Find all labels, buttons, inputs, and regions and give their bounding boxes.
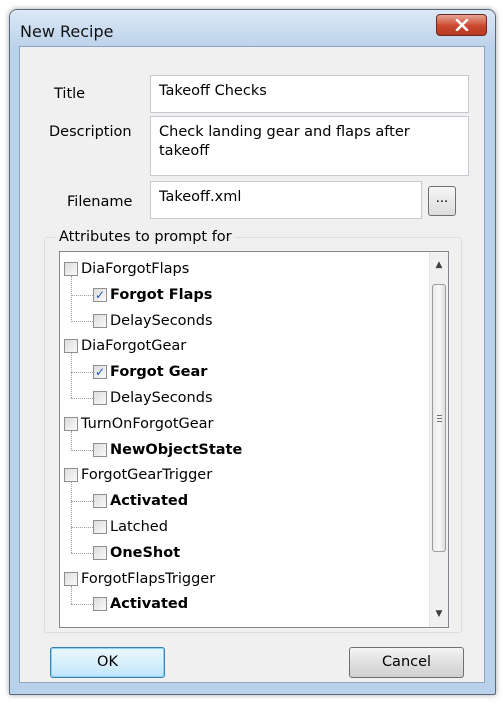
close-x-icon xyxy=(455,19,468,31)
tree-checkbox[interactable] xyxy=(93,494,107,509)
tree-checkbox[interactable] xyxy=(64,468,78,483)
tree-connector-line xyxy=(71,585,72,605)
browse-button[interactable]: ... xyxy=(428,186,456,216)
tree-connector-line xyxy=(71,482,72,553)
tree-checkbox[interactable] xyxy=(93,391,107,405)
tree-connector-line xyxy=(71,604,93,606)
tree-checkbox[interactable] xyxy=(64,262,78,276)
filename-label: Filename xyxy=(67,194,133,210)
tree-checkbox[interactable] xyxy=(93,597,107,612)
tree-node-label: NewObjectState xyxy=(110,441,243,458)
tree-child-node[interactable]: OneShot xyxy=(93,540,180,566)
tree-node[interactable]: DiaForgotFlaps xyxy=(64,256,189,282)
scroll-thumb[interactable] xyxy=(432,284,446,552)
tree-connector-line xyxy=(71,449,93,451)
window-title: New Recipe xyxy=(20,22,114,41)
tree-connector-line xyxy=(71,552,93,554)
tree-node-label: Latched xyxy=(110,519,168,535)
description-input[interactable]: Check landing gear and flaps after takeo… xyxy=(150,116,469,176)
description-label: Description xyxy=(49,124,132,140)
tree-checkbox[interactable] xyxy=(64,571,78,586)
thumb-grip-line xyxy=(437,421,442,422)
scroll-up-arrow-icon[interactable]: ▲ xyxy=(430,256,448,274)
cancel-button[interactable]: Cancel xyxy=(349,647,464,678)
tree-node-label: Forgot Flaps xyxy=(110,286,213,303)
tree-connector-line xyxy=(71,526,93,528)
tree-node-label: ForgotGearTrigger xyxy=(81,467,213,484)
tree-connector-line xyxy=(71,275,72,321)
tree-node-label: DiaForgotFlaps xyxy=(81,261,190,277)
tree-node-label: DelaySeconds xyxy=(110,390,213,406)
thumb-grip-line xyxy=(437,418,442,419)
tree-node[interactable]: DiaForgotGear xyxy=(64,333,186,359)
tree-node-label: Activated xyxy=(110,493,189,510)
tree-checkbox[interactable]: ✓ xyxy=(93,287,107,302)
tree-child-node[interactable]: Latched xyxy=(93,514,168,540)
tree-child-node[interactable]: Activated xyxy=(93,591,188,617)
tree-child-node[interactable]: Activated xyxy=(93,488,188,514)
tree-child-node[interactable]: DelaySeconds xyxy=(93,308,213,334)
tree-checkbox[interactable] xyxy=(93,520,107,534)
tree-connector-line xyxy=(71,294,93,296)
tree-connector-line xyxy=(71,501,93,503)
tree-checkbox[interactable] xyxy=(93,442,107,457)
tree-node-label: Forgot Gear xyxy=(110,364,208,381)
tree-node-label: TurnOnForgotGear xyxy=(81,415,214,432)
tree-checkbox[interactable] xyxy=(64,416,78,431)
title-label: Title xyxy=(54,86,86,102)
tree-connector-line xyxy=(71,372,93,374)
tree-node-label: DelaySeconds xyxy=(110,312,213,329)
tree-node-label: DiaForgotGear xyxy=(81,338,187,355)
filename-input[interactable]: Takeoff.xml xyxy=(150,181,422,219)
tree-scrollbar[interactable]: ▲ ▼ xyxy=(429,252,448,627)
tree-child-node[interactable]: ✓ Forgot Gear xyxy=(93,359,207,385)
thumb-grip-line xyxy=(437,415,442,416)
tree-connector-line xyxy=(71,430,72,450)
tree-checkbox[interactable] xyxy=(64,339,78,354)
tree-node[interactable]: ForgotFlapsTrigger xyxy=(64,566,215,592)
attributes-group-label: Attributes to prompt for xyxy=(56,229,235,245)
attributes-tree[interactable]: DiaForgotFlaps ✓ Forgot Flaps DelaySeconds D… xyxy=(59,251,449,628)
title-bar[interactable]: New Recipe xyxy=(10,10,495,46)
title-input[interactable]: Takeoff Checks xyxy=(150,75,469,113)
tree-checkbox[interactable] xyxy=(93,313,107,328)
tree-child-node[interactable]: NewObjectState xyxy=(93,437,242,463)
tree-node[interactable]: TurnOnForgotGear xyxy=(64,411,214,437)
tree-connector-line xyxy=(71,353,72,398)
tree-checkbox[interactable]: ✓ xyxy=(93,365,107,380)
tree-node-label: ForgotFlapsTrigger xyxy=(81,570,216,587)
tree-node-label: Activated xyxy=(110,596,189,613)
tree-node-label: OneShot xyxy=(110,544,181,561)
tree-connector-line xyxy=(71,397,93,399)
tree-child-node[interactable]: DelaySeconds xyxy=(93,385,213,411)
tree-child-node[interactable]: ✓ Forgot Flaps xyxy=(93,282,212,308)
scroll-down-arrow-icon[interactable]: ▼ xyxy=(430,605,448,623)
tree-connector-line xyxy=(71,320,93,322)
tree-node[interactable]: ForgotGearTrigger xyxy=(64,462,212,488)
ok-button[interactable]: OK xyxy=(50,647,165,678)
tree-checkbox[interactable] xyxy=(93,545,107,560)
close-button[interactable] xyxy=(436,14,487,36)
